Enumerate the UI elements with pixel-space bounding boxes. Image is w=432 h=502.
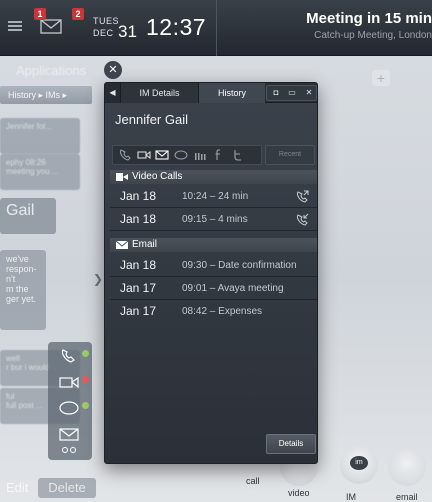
row-date: Jan 18 — [120, 212, 157, 226]
history-row[interactable]: Jan 17 08:42 – Expenses — [110, 301, 317, 323]
section-header-video-calls: Video Calls — [110, 170, 317, 184]
meeting-reminder-title[interactable]: Meeting in 15 min — [306, 10, 432, 27]
close-icon[interactable]: ✕ — [302, 87, 316, 99]
section-title: Video Calls — [132, 171, 183, 182]
history-row[interactable]: Jan 18 10:24 – 24 min — [110, 186, 317, 208]
pin-icon[interactable]: ◘ — [269, 87, 283, 99]
row-detail: 08:42 – Expenses — [182, 306, 263, 317]
presence-dot — [82, 376, 89, 383]
dock-label-email: email — [396, 492, 418, 502]
tab-im-details[interactable]: IM Details — [121, 83, 199, 103]
channel-filter — [112, 145, 262, 165]
contact-history-popup: ◀ IM Details History ◘ ▭ ✕ Jennifer Gail — [104, 82, 318, 464]
row-detail: 09:01 – Avaya meeting — [182, 283, 284, 294]
section-title: Email — [132, 239, 158, 250]
envelope-icon[interactable] — [155, 149, 169, 161]
dock-label-call: call — [246, 476, 260, 486]
tab-history[interactable]: History — [199, 83, 265, 103]
presence-dot — [82, 402, 89, 409]
date-display: TUES DEC 31 — [93, 16, 137, 42]
add-icon[interactable]: + — [372, 70, 390, 86]
phone-icon[interactable] — [118, 149, 132, 161]
weekday: TUES — [93, 16, 120, 26]
notification-badge: 1 — [34, 8, 46, 20]
video-icon[interactable] — [58, 374, 80, 390]
history-list-background: Jennifer fol... ephy 08:26 meeting you ..… — [0, 110, 92, 460]
delete-button[interactable]: Delete — [38, 478, 96, 498]
row-date: Jan 17 — [120, 281, 157, 295]
row-detail: 09:30 – Date confirmation — [182, 260, 297, 271]
month: DEC — [93, 28, 114, 38]
menu-icon[interactable] — [6, 18, 28, 34]
row-date: Jan 18 — [120, 258, 157, 272]
im-icon[interactable] — [58, 400, 80, 416]
edit-button[interactable]: Edit — [6, 478, 28, 498]
list-item[interactable]: Jennifer fol... — [0, 118, 80, 154]
breadcrumb[interactable]: History ▸ IMs ▸ — [0, 86, 92, 104]
row-detail: 09:15 – 4 mins — [182, 214, 248, 225]
phone-icon[interactable] — [58, 348, 80, 364]
incoming-call-icon[interactable] — [295, 213, 309, 227]
group-icon[interactable] — [58, 446, 80, 458]
details-button[interactable]: Details — [266, 434, 316, 454]
im-dock-button[interactable]: im — [340, 446, 378, 484]
dock-label-im: IM — [346, 492, 356, 502]
twitter-icon[interactable] — [231, 149, 245, 161]
contact-name: Jennifer Gail — [115, 112, 188, 127]
im-icon: im — [350, 456, 368, 470]
top-status-bar: 1 2 TUES DEC 31 12:37 Meeting in 15 min … — [0, 0, 432, 56]
envelope-icon[interactable] — [40, 18, 62, 34]
email-dock-button[interactable] — [388, 448, 426, 486]
list-item[interactable]: we've respon-n't m the ger yet. — [0, 250, 46, 330]
row-detail: 10:24 – 24 min — [182, 191, 249, 202]
history-row[interactable]: Jan 18 09:30 – Date confirmation — [110, 255, 317, 277]
applications-header: Applications — [16, 63, 87, 78]
list-item[interactable]: ephy 08:26 meeting you ... — [0, 154, 80, 190]
tab-bar: ◀ IM Details History ◘ ▭ ✕ — [105, 83, 317, 103]
outgoing-call-icon[interactable] — [295, 190, 309, 204]
divider — [216, 0, 217, 56]
meeting-reminder-subtitle[interactable]: Catch-up Meeting, London — [314, 30, 432, 41]
facebook-icon[interactable] — [212, 149, 226, 161]
video-icon[interactable] — [137, 149, 151, 161]
envelope-icon[interactable] — [58, 426, 80, 442]
close-icon[interactable]: ✕ — [104, 61, 122, 79]
section-header-email: Email — [110, 238, 317, 252]
chevron-right-icon: ❯ — [93, 272, 104, 286]
list-item[interactable]: Gail — [0, 198, 56, 234]
envelope-icon — [116, 241, 128, 249]
day-number: 31 — [118, 22, 137, 41]
history-row[interactable]: Jan 17 09:01 – Avaya meeting — [110, 278, 317, 300]
history-filter-bar: Recent — [112, 145, 315, 165]
notification-badge: 2 — [72, 8, 84, 20]
clock: 12:37 — [146, 14, 207, 40]
im-icon[interactable] — [174, 149, 188, 161]
row-date: Jan 17 — [120, 304, 157, 318]
back-arrow-icon[interactable]: ◀ — [105, 83, 121, 103]
row-date: Jan 18 — [120, 189, 157, 203]
linkedin-icon[interactable] — [193, 149, 207, 161]
maximize-icon[interactable]: ▭ — [285, 87, 299, 99]
presence-dot — [82, 350, 89, 357]
dock-label-video: video — [288, 488, 310, 498]
channel-picker — [48, 342, 92, 460]
recent-filter-button[interactable]: Recent — [265, 145, 315, 165]
video-icon — [116, 173, 128, 181]
window-controls: ◘ ▭ ✕ — [266, 85, 317, 101]
history-row[interactable]: Jan 18 09:15 – 4 mins — [110, 209, 317, 231]
